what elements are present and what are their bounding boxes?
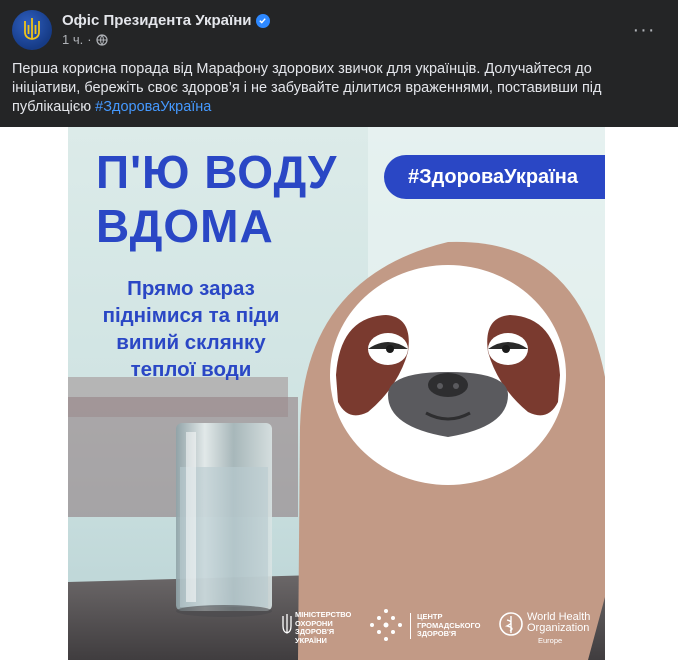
post-time[interactable]: 1 ч.: [62, 32, 83, 47]
post-meta: 1 ч. ·: [62, 32, 108, 47]
moz-logo: Міністерство охорони здоров'я України: [295, 610, 351, 645]
who-logo: World Health Organization: [527, 612, 590, 634]
subtitle-line-3: випий склянку: [116, 331, 266, 354]
hashtag-badge: #ЗдороваУкраїна: [384, 155, 605, 199]
hashtag-link[interactable]: #ЗдороваУкраїна: [95, 99, 211, 115]
post-header: Офіс Президента України 1 ч. · ···: [12, 10, 666, 54]
subtitle-line-1: Прямо зараз: [127, 277, 255, 300]
graphic-subtitle: Прямо зараз піднімися та піди випий скля…: [86, 275, 296, 383]
who-logo-line-2: Organization: [527, 622, 590, 634]
verified-icon: [255, 13, 270, 28]
more-options-button[interactable]: ···: [630, 16, 658, 44]
title-line-2: ВДОМА: [96, 200, 274, 252]
facebook-post: Офіс Президента України 1 ч. · ··· Перша…: [0, 0, 678, 660]
who-logo-region: Europe: [538, 636, 563, 645]
meta-separator: ·: [87, 32, 92, 47]
post-image[interactable]: П'Ю ВОДУ ВДОМА #ЗдороваУкраїна Прямо зар…: [0, 127, 678, 660]
page-avatar[interactable]: [12, 10, 52, 50]
trident-icon: [24, 18, 40, 40]
post-text: Перша корисна порада від Марафону здоров…: [12, 60, 662, 117]
subtitle-line-2: піднімися та піди: [102, 304, 280, 327]
public-health-center-logo: Центр громадського здоров'я: [410, 612, 480, 639]
title-line-1: П'Ю ВОДУ: [96, 146, 338, 198]
author-label[interactable]: Офіс Президента України: [62, 12, 252, 29]
subtitle-line-4: теплої води: [130, 358, 252, 381]
public-health-center-icon: [370, 609, 402, 641]
partner-logos: Міністерство охорони здоров'я України: [280, 605, 599, 651]
moz-logo-line-4: України: [295, 635, 327, 645]
author-name[interactable]: Офіс Президента України: [62, 12, 270, 29]
more-icon: ···: [632, 18, 656, 41]
center-logo-line-3: здоров'я: [417, 629, 457, 638]
hashtag-badge-label: #ЗдороваУкраїна: [408, 165, 579, 188]
campaign-graphic: П'Ю ВОДУ ВДОМА #ЗдороваУкраїна Прямо зар…: [68, 127, 605, 660]
graphic-title: П'Ю ВОДУ ВДОМА: [96, 145, 337, 253]
who-emblem-icon: [499, 612, 523, 636]
moz-trident-icon: [282, 614, 292, 634]
globe-icon[interactable]: [95, 33, 108, 46]
